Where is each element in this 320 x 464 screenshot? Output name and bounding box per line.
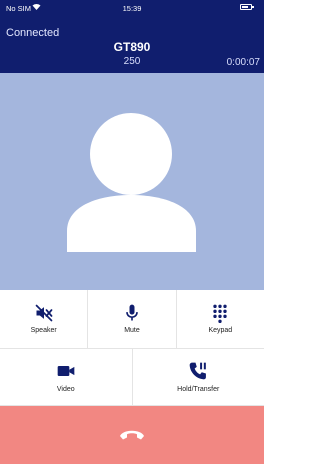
hang-up-icon[interactable] bbox=[118, 422, 146, 446]
mute-label: Mute bbox=[124, 327, 140, 334]
avatar-area bbox=[0, 73, 264, 290]
microphone-icon bbox=[126, 304, 138, 321]
keypad-button[interactable]: Keypad bbox=[177, 290, 264, 348]
speaker-label: Speaker bbox=[30, 327, 57, 334]
end-call-bar bbox=[0, 406, 264, 464]
call-controls-row-1: Speaker Mute Keypad bbox=[0, 290, 264, 349]
phone-pause-icon bbox=[189, 362, 207, 380]
person-silhouette-icon bbox=[67, 113, 196, 252]
video-label: Video bbox=[56, 386, 75, 393]
contact-number: 250 bbox=[123, 56, 141, 67]
keypad-label: Keypad bbox=[208, 327, 233, 334]
status-bar: No SIM 15:39 bbox=[0, 0, 264, 16]
hold-transfer-button[interactable]: Hold/Transfer bbox=[133, 349, 265, 405]
video-button[interactable]: Video bbox=[0, 349, 133, 405]
video-camera-icon bbox=[57, 366, 75, 376]
call-controls-row-2: Video Hold/Transfer bbox=[0, 349, 264, 406]
dialpad-icon bbox=[213, 304, 227, 323]
status-time: 15:39 bbox=[122, 4, 142, 13]
call-state: Connected bbox=[6, 27, 60, 39]
call-screen: No SIM 15:39 Connected GT890 250 0:00:07… bbox=[0, 0, 264, 464]
mute-button[interactable]: Mute bbox=[88, 290, 177, 348]
call-header: No SIM 15:39 Connected GT890 250 0:00:07 bbox=[0, 0, 264, 73]
call-timer: 0:00:07 bbox=[226, 57, 260, 68]
speaker-muted-icon bbox=[35, 304, 53, 322]
speaker-button[interactable]: Speaker bbox=[0, 290, 89, 348]
contact-name: GT890 bbox=[113, 40, 151, 54]
hold-transfer-label: Hold/Transfer bbox=[177, 386, 220, 393]
battery-icon bbox=[240, 4, 254, 10]
